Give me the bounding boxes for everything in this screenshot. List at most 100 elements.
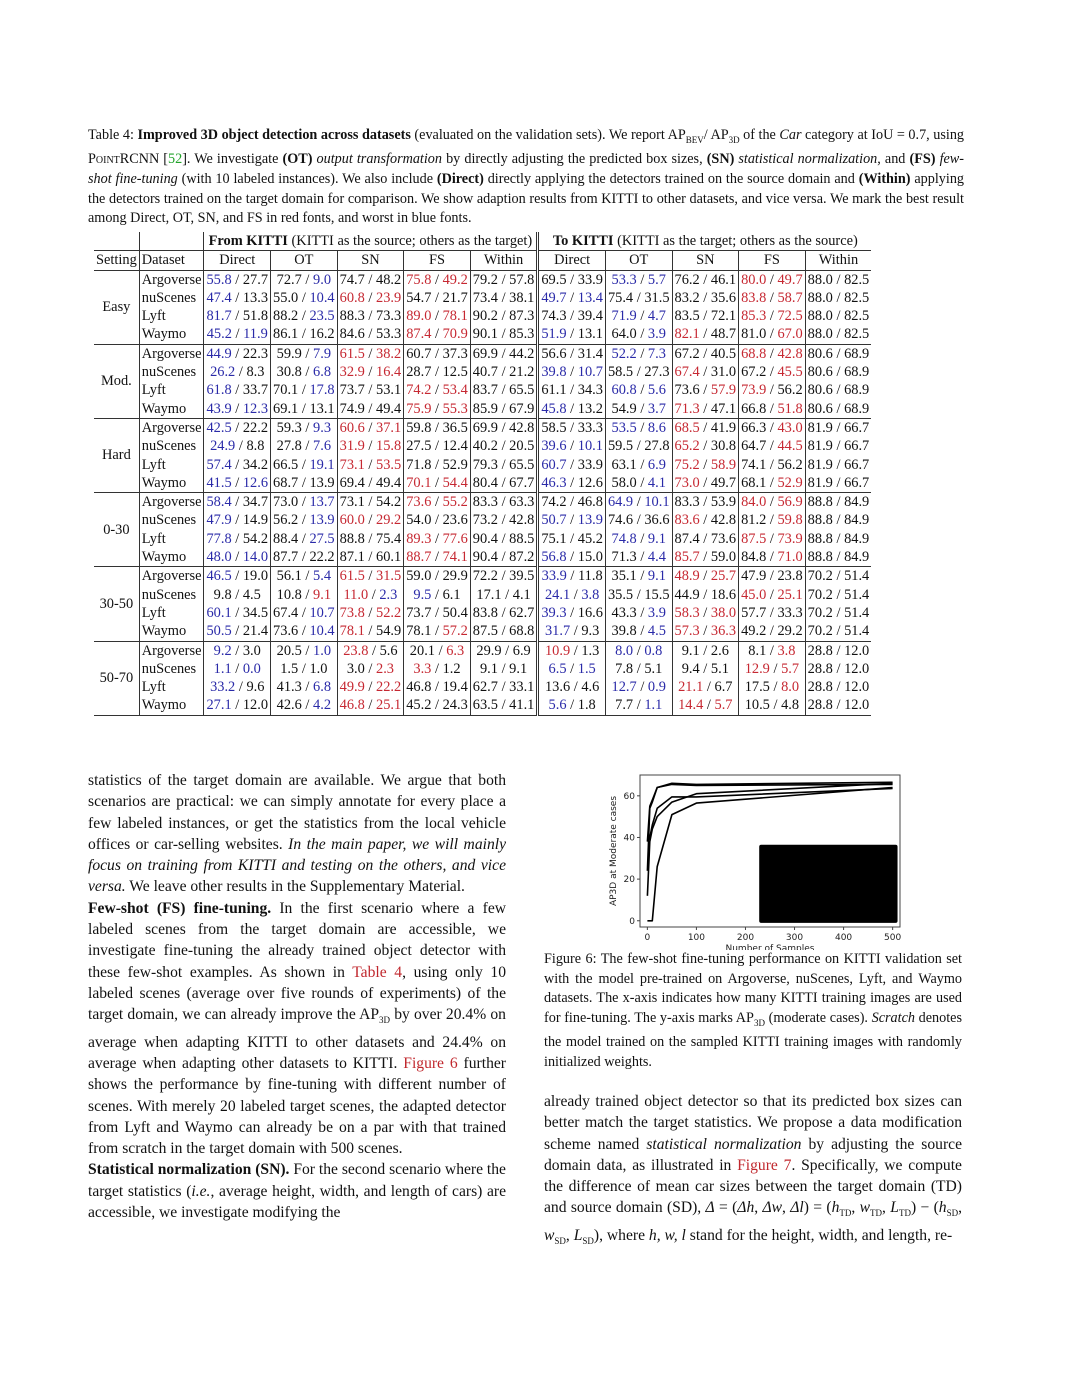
separator: / — [301, 271, 314, 288]
ap-bev-value: 72.2 — [472, 568, 498, 585]
table-row: 50-70 Argoverse 9.2 / 3.0 20.5 / 1.0 23.8 / … — [94, 640, 872, 716]
separator: / — [832, 494, 845, 511]
ap-3d-value: 9.0 — [313, 271, 332, 288]
value-cell: 27.1 / 12.0 — [203, 696, 272, 716]
ap-bev-value: 59.5 — [607, 438, 634, 455]
separator: / — [497, 679, 510, 696]
separator: / — [431, 308, 443, 325]
figure-label: Figure 6: — [544, 951, 597, 967]
citation-link[interactable]: 52 — [168, 151, 182, 167]
ap-3d-value: 68.9 — [844, 382, 870, 399]
dataset-cell: nuScenes — [138, 288, 205, 308]
separator: / — [231, 623, 243, 640]
separator: / — [431, 660, 443, 677]
value-cell: 59.0 / 29.9 — [403, 566, 471, 586]
ap-3d-value: 46.1 — [710, 271, 737, 288]
separator: / — [832, 474, 845, 491]
ap-3d-value: 33.3 — [577, 419, 603, 436]
table-row: Lyft 81.7 / 51.8 88.2 / 23.5 88.3 / 73.3 89.… — [94, 307, 871, 326]
ap-bev-value: 69.5 — [541, 271, 567, 288]
ap-bev-value: 30.8 — [276, 364, 302, 381]
ap-bev-value: 45.2 — [406, 697, 432, 714]
ap-bev-value: 64.9 — [607, 494, 634, 511]
ap-bev-value: 56.2 — [273, 512, 299, 529]
value-cell: 31.9 / 15.8 — [337, 437, 405, 456]
separator: / — [231, 326, 244, 343]
value-cell: 83.5 / 72.1 — [672, 307, 740, 326]
separator: / — [832, 289, 845, 306]
value-cell: 70.2 / 51.4 — [805, 604, 871, 622]
separator: / — [633, 364, 645, 381]
dataset-cell: Lyft — [138, 529, 205, 549]
separator: / — [566, 568, 579, 585]
ap-bev-value: 87.5 — [741, 530, 767, 547]
value-cell: 24.9 / 8.8 — [203, 437, 272, 456]
value-cell: 11.0 / 2.3 — [337, 585, 405, 604]
col-dataset: Dataset — [138, 250, 205, 271]
value-cell: 3.0 / 2.3 — [337, 659, 405, 679]
value-cell: 60.1 / 34.5 — [203, 603, 272, 623]
figure-6-link[interactable]: Figure 6 — [403, 1055, 457, 1072]
ap-3d-value: 55.2 — [442, 494, 468, 511]
ap-bev-value: 60.6 — [339, 419, 365, 436]
ap-3d-value: 59.0 — [710, 549, 737, 566]
ap-3d-value: 1.2 — [442, 660, 461, 677]
separator: / — [497, 697, 510, 714]
separator: / — [497, 271, 510, 288]
dataset-cell: nuScenes — [138, 659, 205, 679]
ap-3d-value: 25.1 — [376, 697, 402, 714]
ap-bev-value: 27.5 — [406, 438, 432, 455]
separator: / — [566, 400, 578, 417]
ap-bev-value: 58.5 — [541, 419, 567, 436]
value-cell: 67.4 / 31.0 — [672, 363, 740, 382]
ap-3d-value: 25.1 — [777, 586, 803, 603]
value-cell: 7.7 / 1.1 — [605, 696, 673, 716]
right-column-text: already trained object detector so that … — [544, 1091, 962, 1252]
ap-bev-value: 55.8 — [206, 271, 232, 288]
separator: / — [368, 642, 380, 659]
table-4-link[interactable]: Table 4 — [352, 964, 402, 981]
separator: / — [633, 494, 645, 511]
ap-bev-value: 50.5 — [206, 623, 232, 640]
ap-bev-value: 12.9 — [744, 660, 770, 677]
empty-header — [94, 232, 140, 251]
ap-bev-value: 44.9 — [206, 345, 232, 362]
separator: / — [231, 382, 243, 399]
separator: / — [431, 382, 443, 399]
ap-bev-value: 61.8 — [206, 382, 232, 399]
ap-3d-value: 13.3 — [242, 289, 269, 306]
separator: / — [298, 400, 310, 417]
group-to-kitti: To KITTI (KITTI as the target; others as… — [538, 232, 871, 251]
ap-bev-value: 68.8 — [741, 345, 767, 362]
separator: / — [298, 530, 310, 547]
separator: / — [636, 345, 648, 362]
ap-3d-value: 10.1 — [644, 494, 670, 511]
separator: / — [497, 419, 510, 436]
ap-3d-value: 16.2 — [309, 326, 335, 343]
value-cell: 69.5 / 33.9 — [537, 269, 606, 289]
ap-3d-value: 16.6 — [577, 604, 603, 621]
value-cell: 75.8 / 49.2 — [403, 269, 471, 289]
ap-bev-value: 48.0 — [206, 549, 232, 566]
ap-bev-value: 7.7 — [615, 697, 634, 714]
separator: / — [298, 308, 310, 325]
ap-bev-value: 90.4 — [472, 530, 498, 547]
ap-bev-value: 79.3 — [472, 456, 498, 473]
separator: / — [431, 474, 443, 491]
ap-bev-value: 81.9 — [807, 474, 833, 491]
value-cell: 28.8 / 12.0 — [805, 640, 872, 660]
ap-3d-value: 42.8 — [710, 512, 737, 529]
figure-7-link[interactable]: Figure 7 — [737, 1157, 791, 1174]
ap-3d-value: 29.9 — [442, 568, 468, 585]
ap-bev-value: 72.7 — [276, 271, 302, 288]
separator: / — [364, 549, 377, 566]
value-cell: 85.9 / 67.9 — [470, 399, 540, 419]
value-cell: 63.1 / 6.9 — [605, 455, 673, 474]
dataset-cell: Lyft — [138, 678, 205, 697]
caption-bold: (FS) — [909, 151, 936, 168]
ap-bev-value: 70.1 — [273, 382, 299, 399]
value-cell: 48.9 / 25.7 — [672, 566, 740, 586]
value-cell: 58.4 / 34.7 — [203, 492, 272, 512]
separator: / — [364, 512, 377, 529]
value-cell: 12.7 / 0.9 — [605, 678, 673, 697]
